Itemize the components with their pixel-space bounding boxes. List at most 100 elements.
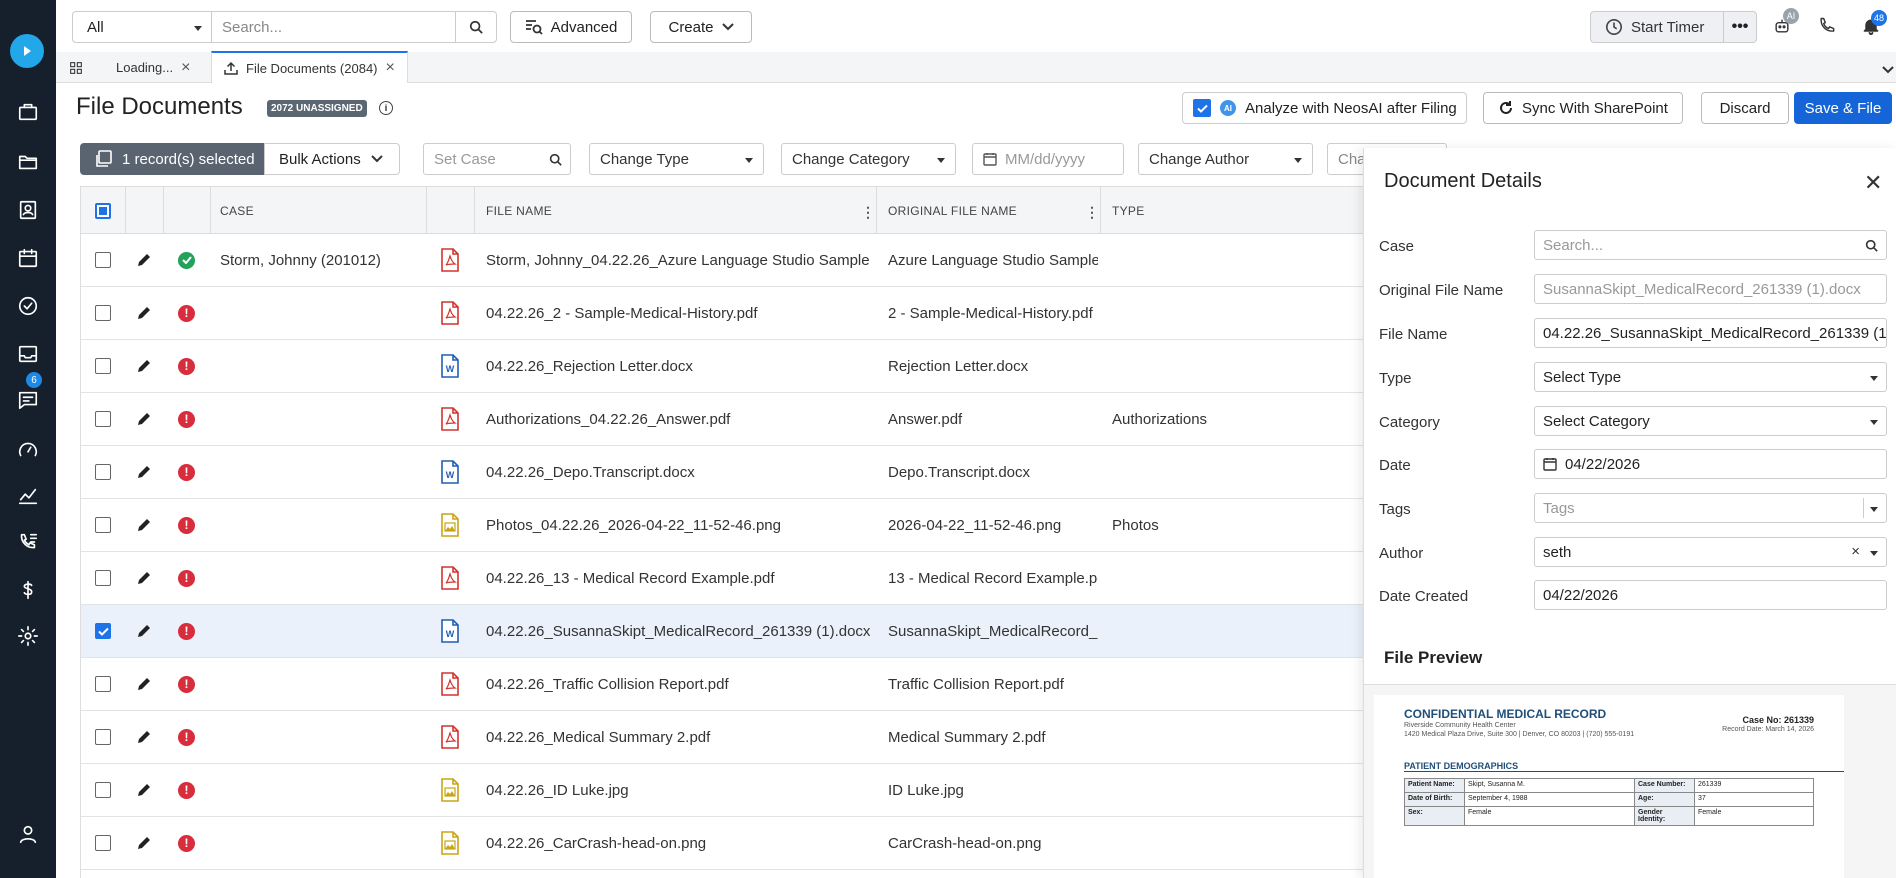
table-row[interactable]: ! W 04.22.26_Depo.Transcript.docx Depo.Tran… (81, 446, 1370, 499)
sync-sharepoint-button[interactable]: Sync With SharePoint (1483, 92, 1683, 124)
chevron-down-icon[interactable] (1882, 61, 1894, 78)
tab-loading[interactable]: Loading... × (104, 52, 202, 83)
edit-pencil-icon[interactable] (125, 817, 163, 869)
row-checkbox[interactable] (81, 234, 125, 286)
row-checkbox[interactable] (81, 499, 125, 551)
close-panel-icon[interactable]: ✕ (1864, 170, 1882, 196)
change-category-select[interactable]: Change Category (781, 143, 956, 175)
edit-pencil-icon[interactable] (125, 499, 163, 551)
table-row[interactable]: ! Authorizations_04.22.26_Answer.pdf Answe… (81, 393, 1370, 446)
analyze-neosai-checkbox[interactable]: AI Analyze with NeosAI after Filing (1182, 92, 1467, 124)
app-logo-play-icon[interactable] (10, 34, 44, 68)
clear-author-icon[interactable]: × (1851, 543, 1860, 560)
chevron-down-icon (1870, 376, 1878, 381)
search-button[interactable] (455, 11, 497, 43)
tab-grid-icon[interactable] (56, 52, 96, 83)
edit-pencil-icon[interactable] (125, 446, 163, 498)
phone-list-icon[interactable] (12, 526, 44, 558)
messages-icon[interactable] (12, 384, 44, 416)
original-file-name-cell: 2026-04-22_11-52-46.png (888, 516, 1062, 534)
tab-file-documents[interactable]: File Documents (2084) × (211, 51, 408, 83)
change-date-input[interactable]: MM/dd/yyyy (972, 143, 1124, 175)
table-row[interactable]: ! W 04.22.26_Rejection Letter.docx Rejectio… (81, 340, 1370, 393)
table-row[interactable]: ! 04.22.26_CarCrash-head-on.png CarCrash-h… (81, 817, 1370, 870)
edit-pencil-icon[interactable] (125, 658, 163, 710)
table-row[interactable]: ! W 04.22.26_SusannaSkipt_MedicalRecord_26… (81, 605, 1370, 658)
chevron-down-icon (371, 155, 383, 163)
gauge-icon[interactable] (12, 434, 44, 466)
advanced-search-button[interactable]: Advanced (510, 11, 632, 43)
row-checkbox[interactable] (81, 658, 125, 710)
start-timer-button[interactable]: Start Timer (1590, 11, 1724, 43)
row-checkbox[interactable] (81, 393, 125, 445)
settings-gear-icon[interactable] (12, 620, 44, 652)
info-icon[interactable]: i (379, 101, 393, 115)
table-row[interactable]: ! 04.22.26_13 - Medical Record Example.pd… (81, 552, 1370, 605)
row-checkbox[interactable] (81, 552, 125, 604)
preview-case-no: Case No: 261339 (1742, 715, 1814, 725)
global-search-input[interactable]: Search... (211, 11, 456, 43)
table-row[interactable]: ! 04.22.26_ID Luke.jpg ID Luke.jpg (81, 764, 1370, 817)
edit-pencil-icon[interactable] (125, 340, 163, 392)
inbox-icon[interactable] (12, 338, 44, 370)
row-checkbox[interactable] (81, 711, 125, 763)
row-checkbox[interactable] (81, 340, 125, 392)
date-input[interactable]: 04/22/2026 (1534, 449, 1887, 479)
checkbox-icon (95, 782, 111, 798)
calendar-icon[interactable] (12, 242, 44, 274)
bulk-actions-button[interactable]: Bulk Actions (264, 143, 400, 175)
discard-button[interactable]: Discard (1701, 92, 1789, 124)
set-case-input[interactable]: Set Case (423, 143, 571, 175)
close-tab-icon[interactable]: × (181, 59, 190, 77)
select-all-checkbox[interactable] (81, 187, 125, 234)
row-checkbox[interactable] (81, 446, 125, 498)
analytics-icon[interactable] (12, 480, 44, 512)
table-row[interactable]: ! 04.22.26_2 - Sample-Medical-History.pdf… (81, 287, 1370, 340)
contacts-icon[interactable] (12, 194, 44, 226)
close-tab-icon[interactable]: × (386, 59, 395, 77)
create-menu-button[interactable]: Create (650, 11, 752, 43)
table-row[interactable]: Storm, Johnny (201012) Storm, Johnny_04.2… (81, 234, 1370, 287)
column-header-type[interactable]: TYPE (1102, 187, 1302, 234)
author-select[interactable]: seth × (1534, 537, 1887, 567)
row-checkbox[interactable] (81, 605, 125, 657)
row-checkbox[interactable] (81, 764, 125, 816)
briefcase-icon[interactable] (12, 96, 44, 128)
phone-icon[interactable] (1815, 14, 1839, 38)
row-checkbox[interactable] (81, 817, 125, 869)
column-menu-icon[interactable]: ⋮ (861, 204, 875, 221)
edit-pencil-icon[interactable] (125, 287, 163, 339)
change-type-select[interactable]: Change Type (589, 143, 764, 175)
category-select[interactable]: Select Category (1534, 406, 1887, 436)
case-search-input[interactable]: Search... (1534, 230, 1887, 260)
table-row[interactable]: ! 04.22.26_Traffic Collision Report.pdf Tr… (81, 658, 1370, 711)
file-name-cell: 04.22.26_SusannaSkipt_MedicalRecord_2613… (486, 622, 871, 640)
save-and-file-button[interactable]: Save & File (1794, 92, 1892, 124)
edit-pencil-icon[interactable] (125, 234, 163, 286)
folder-icon[interactable] (12, 146, 44, 178)
file-name-input[interactable]: 04.22.26_SusannaSkipt_MedicalRecord_2613… (1534, 318, 1887, 348)
column-menu-icon[interactable]: ⋮ (1085, 204, 1099, 221)
table-row[interactable]: ! Photos_04.22.26_2026-04-22_11-52-46.png… (81, 499, 1370, 552)
table-row[interactable]: ! 04.22.26_Medical Summary 2.pdf Medical S… (81, 711, 1370, 764)
edit-pencil-icon[interactable] (125, 764, 163, 816)
billing-dollar-icon[interactable] (12, 574, 44, 606)
column-header-file-name[interactable]: FILE NAME (476, 187, 856, 234)
tasks-check-icon[interactable] (12, 290, 44, 322)
edit-pencil-icon[interactable] (125, 393, 163, 445)
column-header-case[interactable]: CASE (210, 187, 406, 234)
row-checkbox[interactable] (81, 287, 125, 339)
type-select[interactable]: Select Type (1534, 362, 1887, 392)
change-author-select[interactable]: Change Author (1138, 143, 1313, 175)
pdf-file-icon (426, 234, 474, 286)
search-scope-select[interactable]: All (72, 11, 212, 43)
checkbox-icon (95, 411, 111, 427)
timer-more-button[interactable]: ••• (1723, 11, 1757, 43)
edit-pencil-icon[interactable] (125, 552, 163, 604)
svg-text:W: W (446, 629, 455, 639)
edit-pencil-icon[interactable] (125, 605, 163, 657)
tags-input[interactable]: Tags (1534, 493, 1887, 523)
column-header-original-file-name[interactable]: ORIGINAL FILE NAME (878, 187, 1078, 234)
user-profile-icon[interactable] (12, 818, 44, 850)
edit-pencil-icon[interactable] (125, 711, 163, 763)
